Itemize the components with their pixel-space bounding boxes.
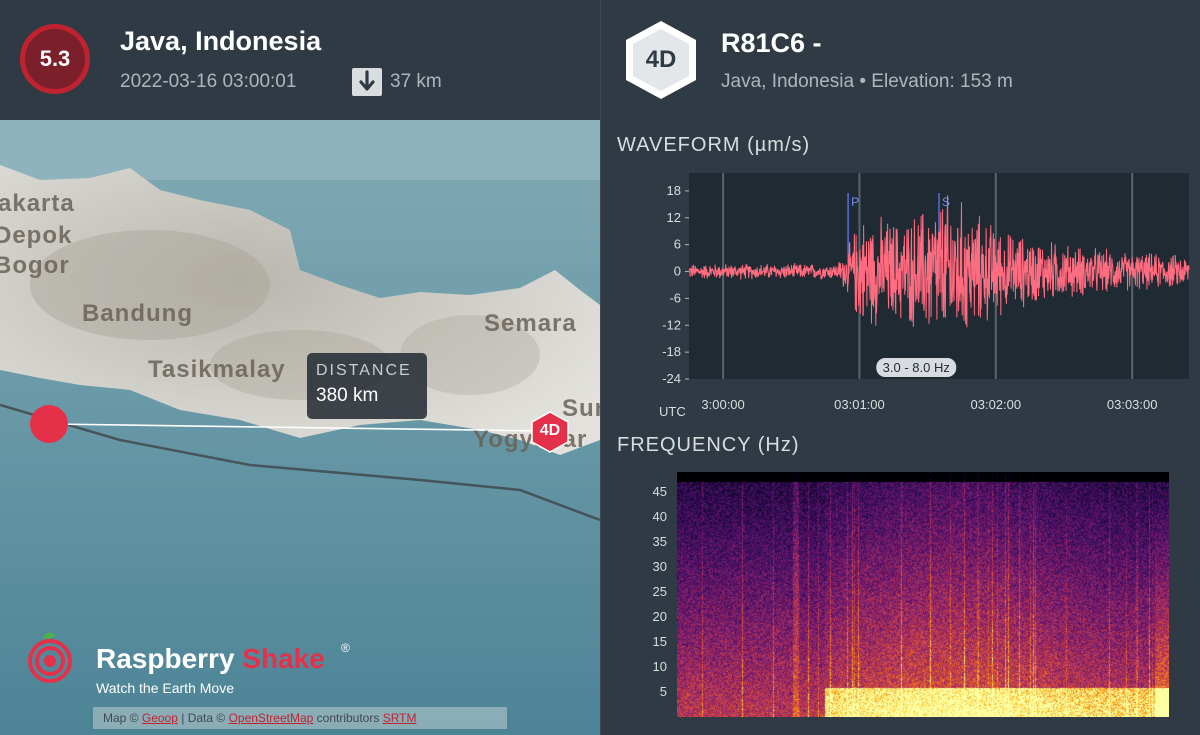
y-tick-label: 12 — [667, 210, 681, 225]
y-tick-label: 0 — [674, 264, 681, 279]
brand-tagline: Watch the Earth Move — [96, 680, 234, 696]
osm-link[interactable]: OpenStreetMap — [229, 711, 314, 725]
station-map-marker[interactable]: 4D — [530, 411, 570, 453]
y-tick-label: 18 — [667, 183, 681, 198]
brand-logo: Raspberry Shake ® Watch the Earth Move — [28, 625, 368, 696]
x-unit-label: UTC — [659, 404, 686, 419]
distance-tooltip: DISTANCE 380 km — [307, 353, 427, 419]
phase-marker-label: P — [851, 195, 859, 209]
x-tick-label: 03:03:00 — [1107, 397, 1158, 412]
city-label: Bogor — [0, 252, 70, 279]
station-subtitle: Java, Indonesia • Elevation: 153 m — [721, 71, 1013, 92]
spectrogram-chart: 45 40 35 30 25 20 15 10 5 — [601, 462, 1200, 735]
registered-mark: ® — [341, 641, 350, 655]
y-tick-label: 20 — [653, 609, 667, 624]
y-tick-label: 40 — [653, 509, 667, 524]
brand-name: Raspberry Shake — [96, 643, 325, 674]
city-label: Semara — [484, 310, 577, 337]
y-tick-label: 15 — [653, 634, 667, 649]
arrow-down-icon — [352, 68, 382, 96]
x-tick-label: 3:00:00 — [701, 397, 744, 412]
distance-label: DISTANCE — [316, 362, 412, 379]
y-tick-label: -6 — [669, 290, 681, 305]
geoop-link[interactable]: Geoop — [142, 711, 178, 725]
city-label: Bandung — [82, 300, 193, 327]
raspberry-shake-icon — [28, 632, 72, 683]
y-tick-label: 5 — [660, 684, 667, 699]
y-tick-label: -12 — [662, 317, 681, 332]
y-tick-label: 30 — [653, 559, 667, 574]
y-tick-label: -24 — [662, 371, 681, 386]
event-datetime: 2022-03-16 03:00:01 — [120, 71, 297, 92]
x-tick-label: 03:01:00 — [834, 397, 885, 412]
waveform-title: WAVEFORM (µm/s) — [617, 134, 811, 156]
y-tick-label: 25 — [653, 584, 667, 599]
spectrogram-heatmap — [677, 472, 1169, 717]
station-badge: 4D — [623, 18, 699, 102]
y-tick-label: 45 — [653, 484, 667, 499]
y-tick-label: 35 — [653, 534, 667, 549]
frequency-title: FREQUENCY (Hz) — [617, 434, 800, 456]
y-tick-label: 10 — [653, 659, 667, 674]
map-attribution: Map © Geoop | Data © OpenStreetMap contr… — [93, 707, 507, 729]
filter-label: 3.0 - 8.0 Hz — [883, 360, 950, 375]
y-tick-label: 6 — [674, 237, 681, 252]
x-tick-label: 03:02:00 — [971, 397, 1022, 412]
event-header: 5.3 Java, Indonesia 2022-03-16 03:00:01 … — [0, 0, 600, 120]
y-tick-label: -18 — [662, 344, 681, 359]
event-map[interactable]: akarta Depok Bogor Bandung Tasikmalay Se… — [0, 120, 600, 735]
epicenter-marker[interactable] — [30, 405, 68, 443]
station-code: R81C6 - — [721, 28, 822, 58]
distance-value: 380 km — [316, 385, 379, 406]
station-marker-label: 4D — [539, 422, 561, 439]
event-location: Java, Indonesia — [120, 26, 322, 56]
station-panel: 4D R81C6 - Java, Indonesia • Elevation: … — [600, 0, 1200, 735]
srtm-link[interactable]: SRTM — [383, 711, 417, 725]
city-label: Tasikmalay — [148, 356, 286, 383]
phase-marker-label: S — [942, 195, 950, 209]
event-depth: 37 km — [390, 71, 442, 92]
city-label: Depok — [0, 222, 73, 249]
city-label: akarta — [0, 190, 75, 217]
station-badge-label: 4D — [645, 46, 677, 73]
waveform-plot: 3:00:00 03:01:00 03:02:00 03:03:00 UTC 18 12 6 0… — [659, 173, 1190, 419]
magnitude-badge: 5.3 — [20, 24, 90, 94]
event-panel: 5.3 Java, Indonesia 2022-03-16 03:00:01 … — [0, 0, 600, 735]
waveform-chart: 3:00:00 03:01:00 03:02:00 03:03:00 UTC 18 12 6 0… — [601, 165, 1200, 425]
